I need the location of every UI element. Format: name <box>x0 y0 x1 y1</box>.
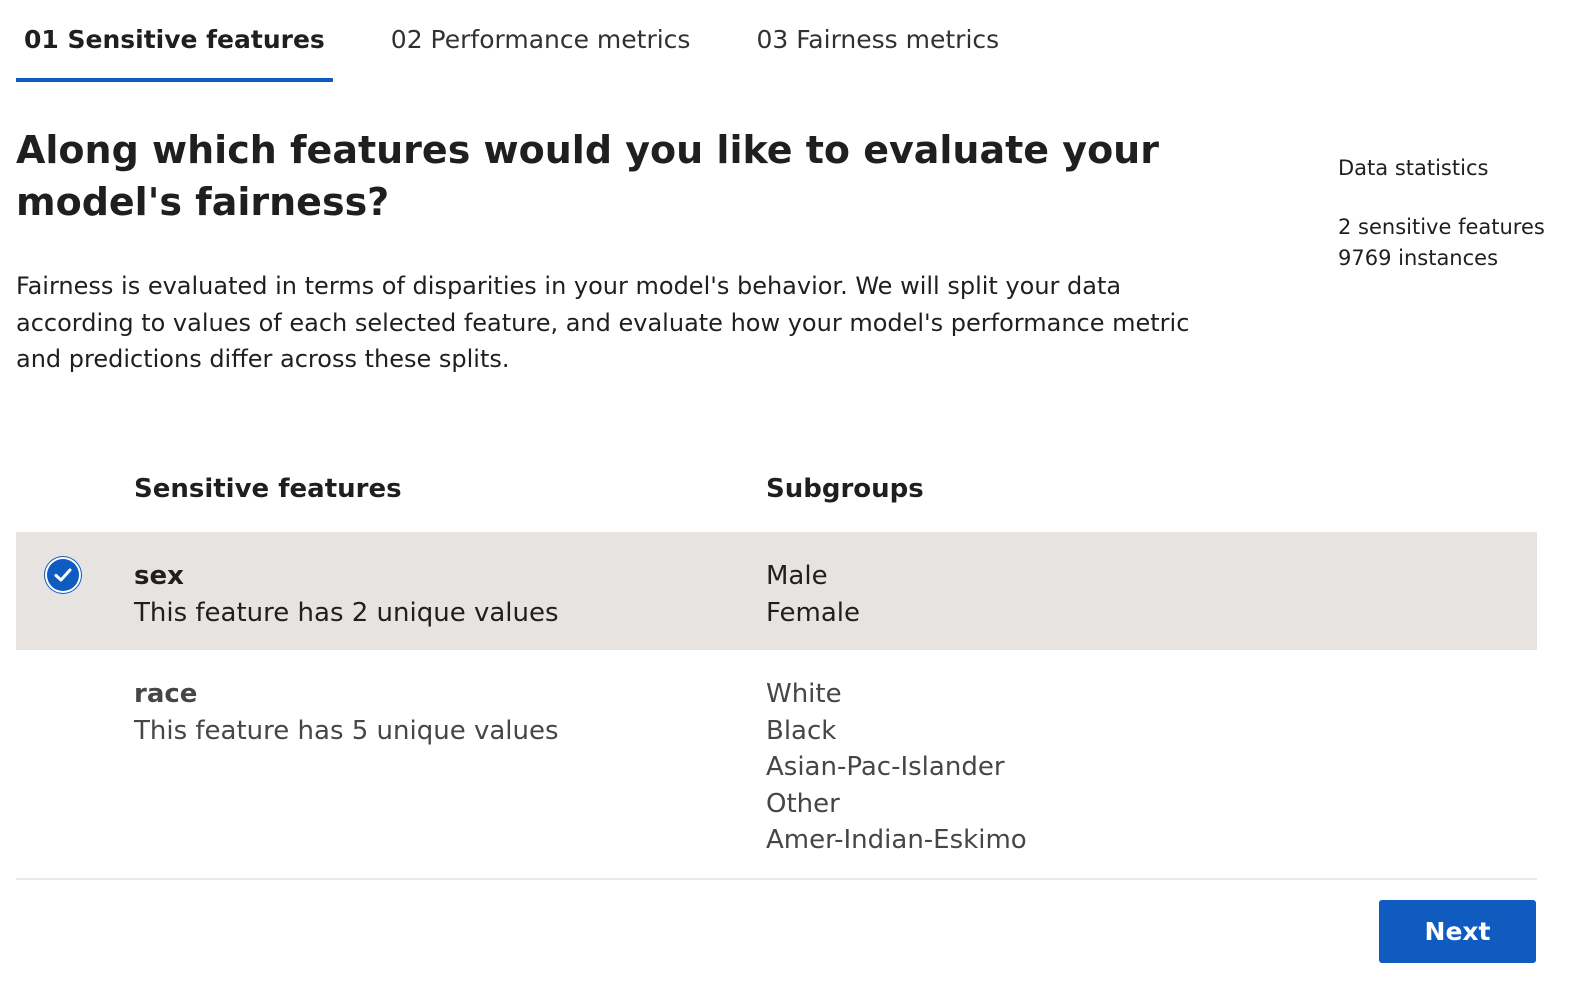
subgroup-item: Asian-Pac-Islander <box>766 752 1005 782</box>
page-description: Fairness is evaluated in terms of dispar… <box>16 272 1190 373</box>
tab-fairness-metrics[interactable]: 03 Fairness metrics <box>748 16 1007 82</box>
subgroup-item: Black <box>766 715 837 746</box>
next-button[interactable]: Next <box>1379 900 1536 963</box>
subgroup-item: Female <box>766 597 861 628</box>
subgroups-cell: White Black Asian-Pac-Islander Other Ame… <box>766 676 1027 859</box>
checkmark-circle-icon[interactable] <box>47 559 79 591</box>
table-row-sex[interactable]: sex This feature has 2 unique values Mal… <box>16 532 1537 650</box>
subgroup-item: Amer-Indian-Eskimo <box>766 825 1027 855</box>
tab-sensitive-features[interactable]: 01 Sensitive features <box>16 16 333 82</box>
column-header-subgroups: Subgroups <box>766 474 924 504</box>
subgroup-item: Male <box>766 561 828 591</box>
instances-count: 9769 instances <box>1338 246 1499 270</box>
table-row-race[interactable]: race This feature has 5 unique values Wh… <box>16 650 1537 878</box>
subgroups-cell: Male Female <box>766 558 860 631</box>
checkmark-icon <box>54 568 72 582</box>
wizard-tabs: 01 Sensitive features 02 Performance met… <box>16 16 1057 82</box>
footer-divider <box>16 878 1537 880</box>
subgroup-item: Other <box>766 788 840 819</box>
feature-cell: sex This feature has 2 unique values <box>134 558 559 631</box>
table-header: Sensitive features Subgroups <box>16 460 1537 532</box>
feature-name: race <box>134 679 198 709</box>
tab-performance-metrics[interactable]: 02 Performance metrics <box>383 16 699 82</box>
data-statistics-title: Data statistics <box>1338 156 1489 180</box>
feature-cell: race This feature has 5 unique values <box>134 676 559 749</box>
data-statistics-panel: Data statistics 2 sensitive features 976… <box>1338 153 1578 274</box>
feature-name: sex <box>134 561 184 591</box>
feature-description: This feature has 2 unique values <box>134 597 559 628</box>
subgroup-item: White <box>766 679 842 709</box>
sensitive-features-count: 2 sensitive features <box>1338 215 1545 239</box>
page-title: Along which features would you like to e… <box>16 128 1159 224</box>
feature-description: This feature has 5 unique values <box>134 715 559 746</box>
column-header-sensitive-features: Sensitive features <box>134 474 402 504</box>
sensitive-features-table: Sensitive features Subgroups sex This fe… <box>16 460 1537 878</box>
